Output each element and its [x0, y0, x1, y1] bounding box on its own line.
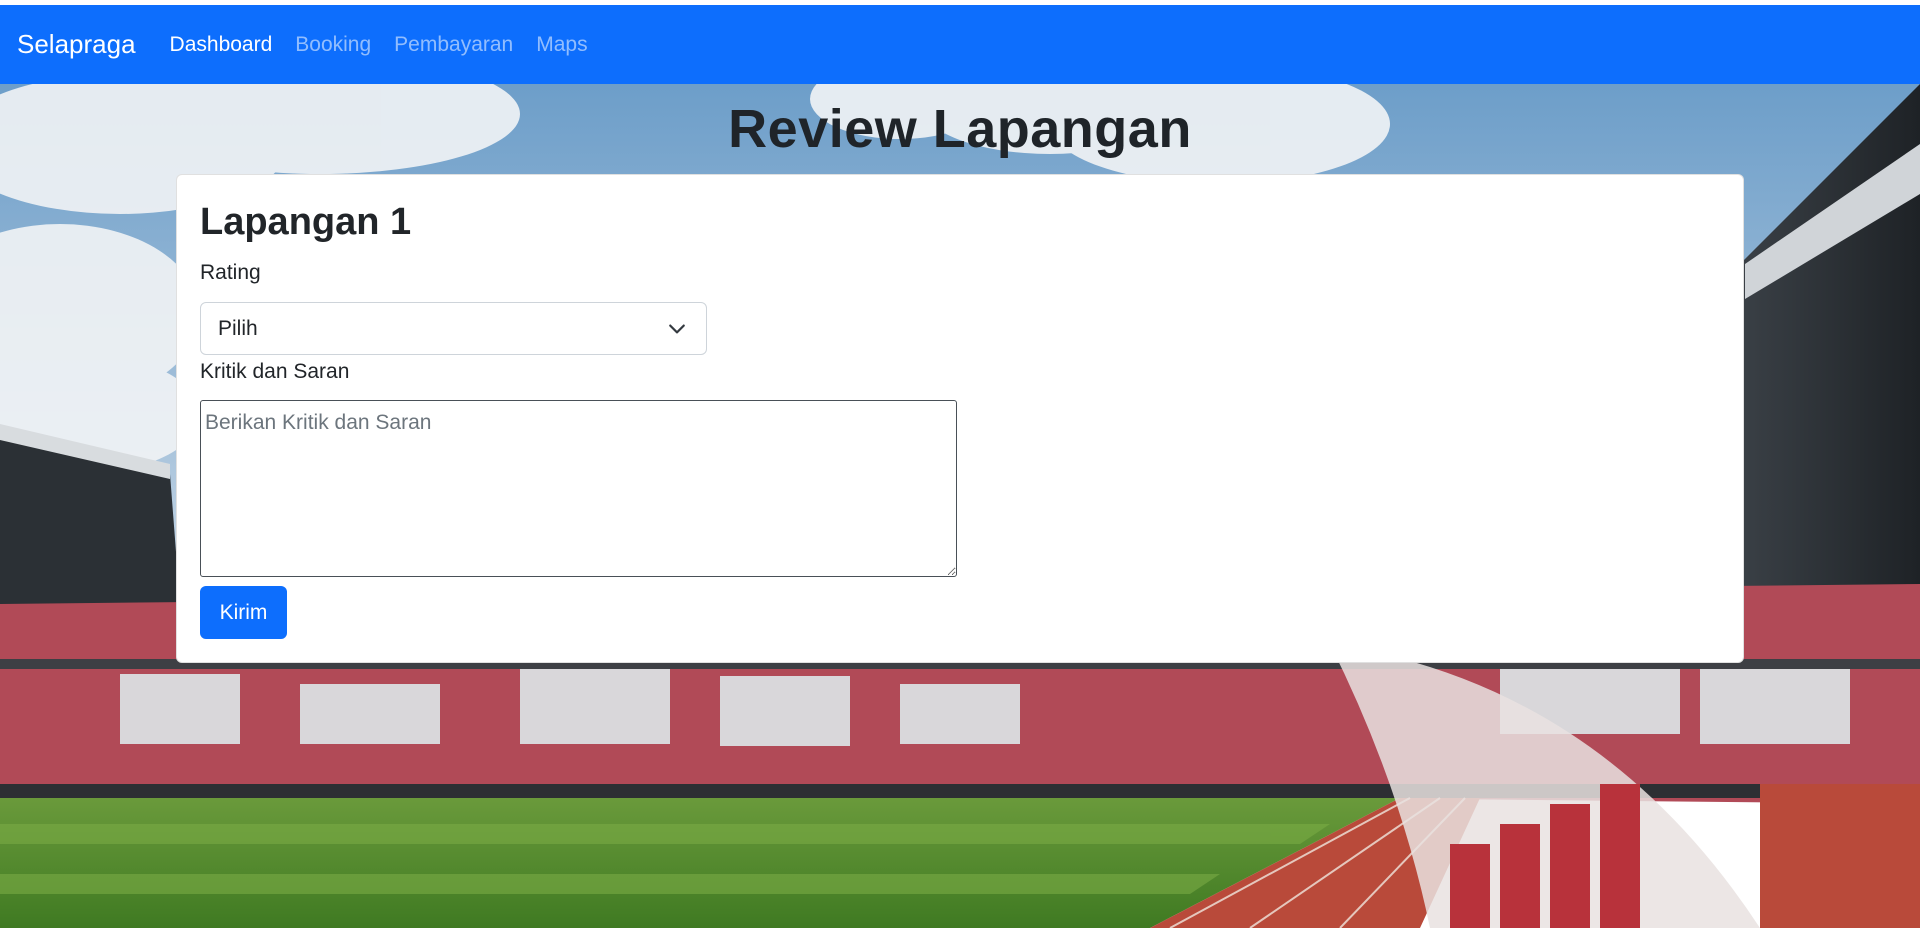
feedback-textarea[interactable] [200, 400, 957, 577]
rating-label: Rating [200, 261, 261, 284]
nav-link-booking[interactable]: Booking [295, 33, 371, 57]
nav-links: Dashboard Booking Pembayaran Maps [170, 33, 611, 57]
nav-link-pembayaran[interactable]: Pembayaran [394, 33, 513, 57]
nav-link-maps[interactable]: Maps [536, 33, 587, 57]
feedback-label: Kritik dan Saran [200, 360, 350, 383]
navbar: Selapraga Dashboard Booking Pembayaran M… [0, 5, 1920, 84]
page-title: Review Lapangan [728, 99, 1192, 159]
chevron-down-icon [669, 324, 685, 334]
rating-select-value: Pilih [218, 316, 258, 340]
review-card: Lapangan 1 Rating Pilih Kritik dan Saran… [176, 174, 1744, 663]
rating-select[interactable]: Pilih [200, 302, 707, 355]
field-name-heading: Lapangan 1 [200, 201, 412, 243]
nav-link-dashboard[interactable]: Dashboard [170, 33, 273, 57]
submit-button[interactable]: Kirim [200, 586, 287, 639]
brand-logo[interactable]: Selapraga [17, 29, 136, 60]
